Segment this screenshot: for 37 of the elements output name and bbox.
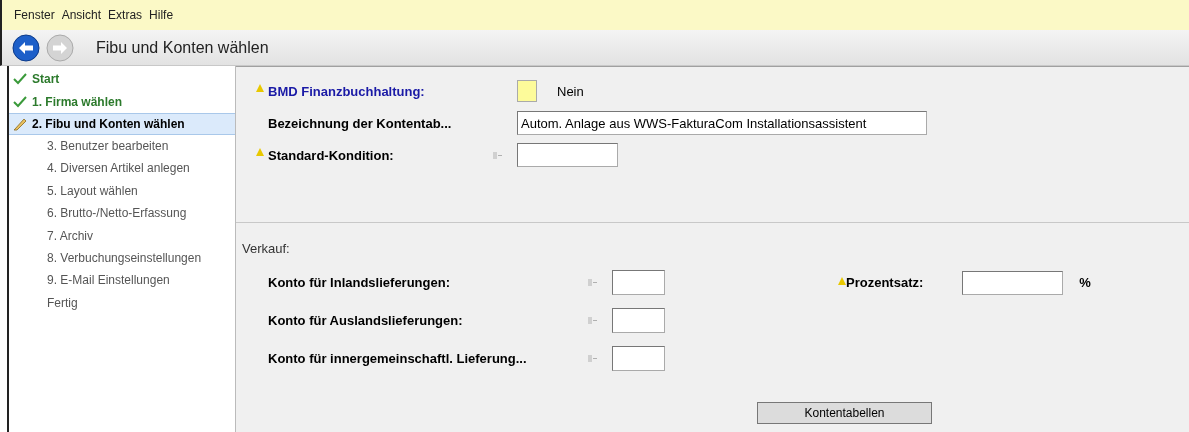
field-label: Standard-Kondition: (268, 147, 394, 163)
wizard-step[interactable]: 5. Layout wählen (9, 179, 235, 202)
menu-item[interactable]: Extras (108, 8, 143, 22)
page-title: Fibu und Konten wählen (96, 38, 269, 57)
checkbox-value: Nein (557, 83, 584, 99)
wizard-step[interactable]: 3. Benutzer bearbeiten (9, 134, 235, 158)
field-label: Konto für Auslandslieferungen: (268, 313, 464, 328)
field-label: BMD Finanzbuchhaltung: (268, 83, 425, 99)
checkbox[interactable] (517, 80, 537, 102)
input-field[interactable]: Autom. Anlage aus WWS-FakturaCom Installationsassistent (517, 111, 927, 135)
kontentabellen-button[interactable]: Kontentabellen (757, 402, 932, 424)
menu-item[interactable]: Ansicht (61, 8, 102, 22)
input-field[interactable] (612, 346, 665, 371)
field-label: Konto für Inlandslieferungen: (268, 275, 451, 290)
field-label: Konto für innergemeinschaftl. Lieferung... (268, 351, 528, 366)
checkmark-icon (13, 73, 27, 86)
wizard-step[interactable]: Fertig (9, 291, 235, 314)
section-title: Verkauf: (242, 241, 291, 256)
wizard-step[interactable]: 8. Verbuchungseinstellungen (9, 246, 235, 270)
wizard-step[interactable]: 2. Fibu und Konten wählen (9, 112, 235, 135)
unit-label: % (1079, 275, 1091, 290)
wizard-step[interactable]: 6. Brutto-/Netto-Erfassung (9, 201, 235, 225)
wizard-step[interactable]: Start (9, 68, 235, 91)
pencil-icon (13, 116, 27, 131)
field-label: Prozentsatz: (846, 275, 924, 290)
menu-item[interactable]: Fenster (14, 8, 55, 22)
input-field[interactable] (962, 270, 1064, 295)
input-field[interactable] (612, 308, 665, 333)
menu-item[interactable]: Hilfe (149, 8, 174, 22)
field-label: Bezeichnung der Kontentab... (268, 115, 452, 131)
input-field[interactable] (517, 143, 618, 167)
wizard-step[interactable]: 4. Diversen Artikel anlegen (9, 157, 235, 180)
wizard-step[interactable]: 1. Firma wählen (9, 90, 235, 113)
checkmark-icon (13, 95, 27, 108)
input-field[interactable] (612, 270, 665, 295)
wizard-step[interactable]: 7. Archiv (9, 224, 235, 247)
wizard-step[interactable]: 9. E-Mail Einstellungen (9, 269, 235, 292)
